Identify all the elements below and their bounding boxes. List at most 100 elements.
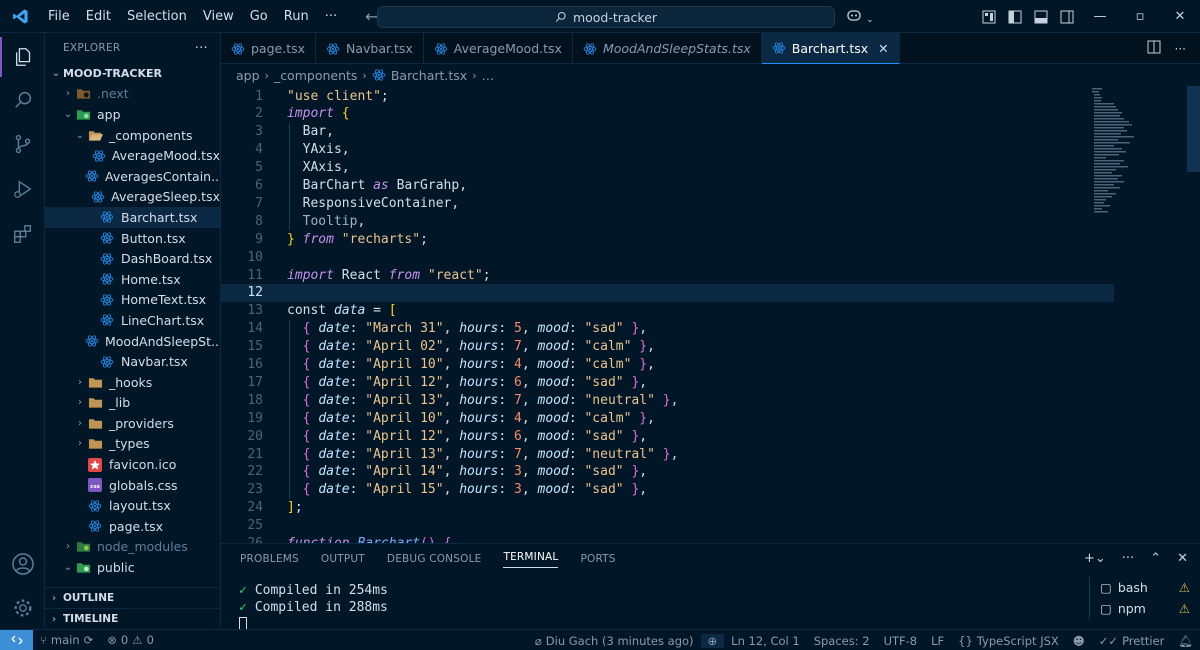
tree-item[interactable]: › _hooks <box>45 372 220 393</box>
code-line[interactable]: 1 "use client"; <box>221 87 1121 105</box>
notifications-bell-icon[interactable]: 🔔︎ <box>1171 634 1200 648</box>
code-line[interactable]: 19 { date: "April 10", hours: 4, mood: "… <box>221 409 1121 427</box>
code-line[interactable]: 11 import React from "react"; <box>221 266 1121 284</box>
minimap[interactable] <box>1088 86 1186 226</box>
code-line[interactable]: 24]; <box>221 499 1121 517</box>
toggle-primary-sidebar-icon[interactable] <box>1002 10 1028 24</box>
minimize-button[interactable]: — <box>1080 0 1120 33</box>
restore-button[interactable]: ▫ <box>1120 0 1160 33</box>
run-debug-icon[interactable] <box>0 169 45 209</box>
editor-tab[interactable]: Navbar.tsx <box>316 33 424 64</box>
tree-item[interactable]: › _providers <box>45 413 220 434</box>
code-line[interactable]: 15 { date: "April 02", hours: 7, mood: "… <box>221 338 1121 356</box>
editor-tab[interactable]: AverageMood.tsx <box>424 33 573 64</box>
breadcrumb-item[interactable]: Barchart.tsx <box>391 68 467 83</box>
tree-item[interactable]: layout.tsx <box>45 495 220 516</box>
code-line[interactable]: 8 Tooltip, <box>221 212 1121 230</box>
customize-layout-icon[interactable] <box>976 10 1002 24</box>
code-line[interactable]: 5 XAxis, <box>221 159 1121 177</box>
code-line[interactable]: 3 Bar, <box>221 123 1121 141</box>
menu-item[interactable]: Selection <box>119 9 195 24</box>
tree-item[interactable]: Button.tsx <box>45 228 220 249</box>
code-line[interactable]: 17 { date: "April 12", hours: 6, mood: "… <box>221 373 1121 391</box>
panel-tab[interactable]: PROBLEMS <box>240 553 299 565</box>
code-line[interactable]: 12 <box>221 283 1114 302</box>
problems-indicator[interactable]: ⊗ 0 ⚠ 0 <box>100 633 161 647</box>
tree-item[interactable]: ⌄ public <box>45 557 220 578</box>
cursor-position[interactable]: Ln 12, Col 1 <box>724 634 807 648</box>
terminal-output[interactable]: ✓ Compiled in 254ms ✓ Compiled in 288ms <box>239 582 388 633</box>
tree-item[interactable]: MoodAndSleepSt... <box>45 331 220 352</box>
more-actions-icon[interactable]: ··· <box>195 41 208 56</box>
zoom-icon[interactable]: ⊕ <box>700 633 725 648</box>
indentation[interactable]: Spaces: 2 <box>807 634 877 648</box>
tree-item[interactable]: LineChart.tsx <box>45 310 220 331</box>
panel-tab[interactable]: TERMINAL <box>503 551 559 568</box>
code-line[interactable]: 9} from "recharts"; <box>221 230 1121 248</box>
code-line[interactable]: 10 <box>221 248 1121 266</box>
code-line[interactable]: 21 { date: "April 13", hours: 7, mood: "… <box>221 445 1121 463</box>
code-line[interactable]: 16 { date: "April 10", hours: 4, mood: "… <box>221 356 1121 374</box>
editor-tab[interactable]: Barchart.tsx ✕ <box>761 33 900 64</box>
toggle-panel-icon[interactable] <box>1028 10 1054 24</box>
code-line[interactable]: 26 function Barchart() { <box>221 535 1121 543</box>
code-line[interactable]: 14 { date: "March 31", hours: 5, mood: "… <box>221 320 1121 338</box>
remote-indicator-icon[interactable] <box>0 629 33 650</box>
close-window-button[interactable]: ✕ <box>1160 0 1200 33</box>
tree-item[interactable]: › _types <box>45 434 220 455</box>
search-view-icon[interactable] <box>0 80 45 120</box>
outline-section[interactable]: › OUTLINE <box>45 587 220 608</box>
command-center-search[interactable]: mood-tracker <box>377 6 835 28</box>
explorer-icon[interactable] <box>0 37 45 77</box>
editor-more-actions-icon[interactable]: ··· <box>1175 42 1186 56</box>
code-line[interactable]: 4 YAxis, <box>221 141 1121 159</box>
code-line[interactable]: 22 { date: "April 14", hours: 3, mood: "… <box>221 463 1121 481</box>
git-branch[interactable]: ⑂ main ⟳ <box>33 633 100 647</box>
tree-item[interactable]: › .next <box>45 84 220 105</box>
tree-item[interactable]: favicon.ico <box>45 454 220 475</box>
tree-item[interactable]: AveragesContain... <box>45 166 220 187</box>
code-line[interactable]: 18 { date: "April 13", hours: 7, mood: "… <box>221 391 1121 409</box>
terminal-item-npm[interactable]: ▢ npm ⚠ <box>1100 598 1200 619</box>
tree-item[interactable]: AverageSleep.tsx <box>45 187 220 208</box>
copilot-icon[interactable]: ⌄ <box>846 8 874 26</box>
tree-item[interactable]: › node_modules <box>45 537 220 558</box>
panel-tab[interactable]: OUTPUT <box>321 553 365 565</box>
code-line[interactable]: 7 ResponsiveContainer, <box>221 194 1121 212</box>
tree-item[interactable]: AverageMood.tsx <box>45 145 220 166</box>
tree-item[interactable]: css globals.css <box>45 475 220 496</box>
code-line[interactable]: 25 <box>221 517 1121 535</box>
code-line[interactable]: 2 import { <box>221 105 1121 123</box>
menu-item[interactable]: ··· <box>317 9 345 24</box>
editor-tab[interactable]: MoodAndSleepStats.tsx <box>573 33 762 64</box>
menu-item[interactable]: Go <box>242 9 276 24</box>
editor-tab[interactable]: page.tsx <box>221 33 317 64</box>
prettier-status[interactable]: ✓✓ Prettier <box>1092 634 1172 648</box>
tree-item[interactable]: Home.tsx <box>45 269 220 290</box>
project-root[interactable]: ⌄ MOOD-TRACKER <box>45 63 220 84</box>
menu-item[interactable]: Edit <box>78 9 119 24</box>
menu-item[interactable]: Run <box>276 9 317 24</box>
maximize-panel-icon[interactable]: ⌃ <box>1150 551 1161 566</box>
close-tab-icon[interactable]: ✕ <box>878 41 888 56</box>
copilot-status-icon[interactable]: ☻ <box>1066 634 1092 648</box>
menu-item[interactable]: View <box>195 9 242 24</box>
encoding[interactable]: UTF-8 <box>877 634 925 648</box>
panel-tab[interactable]: DEBUG CONSOLE <box>387 553 482 565</box>
code-line[interactable]: 6 BarChart as BarGrahp, <box>221 177 1121 195</box>
extensions-icon[interactable] <box>0 214 45 254</box>
code-line[interactable]: 13 const data = [ <box>221 302 1121 320</box>
menu-item[interactable]: File <box>40 9 78 24</box>
code-line[interactable]: 20 { date: "April 12", hours: 6, mood: "… <box>221 427 1121 445</box>
code-editor[interactable]: 1 "use client"; 2 import {3 Bar, 4 YAxis, 5 X… <box>221 86 1200 543</box>
panel-tab[interactable]: PORTS <box>580 553 615 565</box>
end-of-line[interactable]: LF <box>924 634 951 648</box>
tree-item[interactable]: ⌄ app <box>45 104 220 125</box>
timeline-section[interactable]: › TIMELINE <box>45 608 220 629</box>
toggle-secondary-sidebar-icon[interactable] <box>1054 10 1080 24</box>
tree-item[interactable]: page.tsx <box>45 516 220 537</box>
tree-item[interactable]: Barchart.tsx <box>45 207 220 228</box>
tree-item[interactable]: HomeText.tsx <box>45 290 220 311</box>
tree-item[interactable]: › _lib <box>45 393 220 414</box>
tree-item[interactable]: ⌄ _components <box>45 125 220 146</box>
